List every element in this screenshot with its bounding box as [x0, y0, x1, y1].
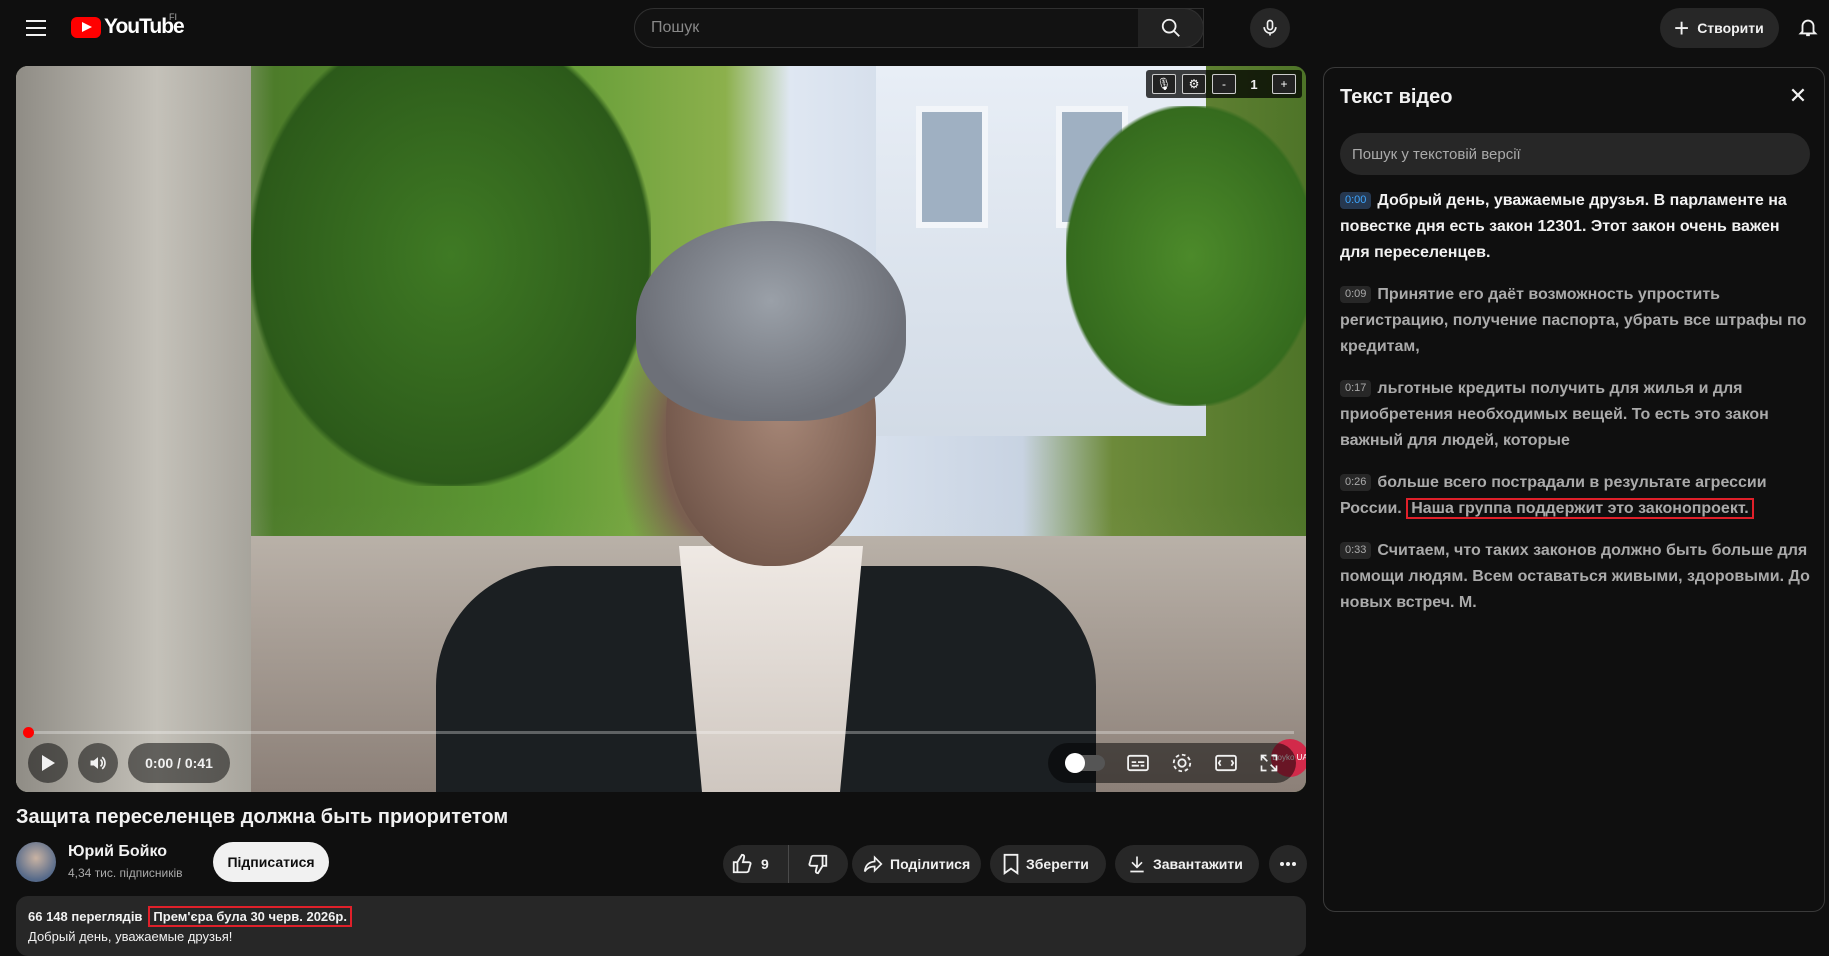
description-box[interactable]: 66 148 переглядів Прем'єра була 30 черв.… [16, 896, 1306, 956]
transcript-title: Текст відео [1340, 86, 1453, 108]
mic-ext-icon[interactable]: 🎙 [1152, 74, 1176, 94]
extension-counter: 1 [1250, 76, 1258, 92]
video-player[interactable]: Boyko UA 🎙 ⚙ - 1 + 0:00 / 0:41 [16, 66, 1306, 792]
transcript-segment[interactable]: 0:00 Добрый день, уважаемые друзья. В пар… [1340, 188, 1810, 266]
transcript-segment[interactable]: 0:09 Принятие его даёт возможность упрост… [1340, 282, 1810, 360]
segment-text: льготные кредиты получить для жилья и дл… [1340, 380, 1769, 449]
thumbs-up-icon [732, 853, 752, 874]
transcript-search-input[interactable] [1340, 133, 1810, 175]
download-button[interactable]: Завантажити [1115, 845, 1259, 883]
increase-button[interactable]: + [1272, 74, 1296, 94]
channel-avatar[interactable] [16, 842, 56, 882]
theater-mode-icon[interactable] [1215, 754, 1237, 772]
search-bar [634, 8, 1204, 48]
play-button[interactable] [28, 743, 68, 783]
transcript-segment[interactable]: 0:33 Считаем, что таких законов должно бы… [1340, 538, 1810, 616]
subtitles-icon[interactable] [1127, 754, 1149, 772]
player-right-controls [1048, 743, 1296, 783]
segment-text: Считаем, что таких законов должно быть б… [1340, 542, 1810, 611]
share-button[interactable]: Поділитися [852, 845, 981, 883]
fullscreen-icon[interactable] [1259, 753, 1279, 773]
like-button[interactable]: 9 [723, 845, 789, 883]
create-button[interactable]: + Створити [1660, 8, 1779, 48]
share-label: Поділитися [890, 856, 971, 872]
segment-timestamp[interactable]: 0:26 [1340, 474, 1372, 491]
share-icon [863, 855, 883, 873]
channel-name[interactable]: Юрий Бойко [68, 843, 167, 861]
dislike-button[interactable] [789, 853, 847, 875]
save-label: Зберегти [1026, 856, 1089, 872]
country-code: FI [169, 12, 177, 22]
view-count: 66 148 переглядів [28, 909, 143, 924]
segment-text: Добрый день, уважаемые друзья. В парламе… [1340, 192, 1787, 261]
transcript-panel: Текст відео ✕ 0:00Добрый день, уважаемые… [1323, 67, 1825, 912]
subscribe-button[interactable]: Підписатися [213, 842, 329, 882]
notifications-bell-icon[interactable] [1793, 12, 1823, 42]
segment-timestamp[interactable]: 0:17 [1340, 380, 1372, 397]
segment-text: Принятие его даёт возможность упростить … [1340, 286, 1807, 355]
decrease-button[interactable]: - [1212, 74, 1236, 94]
download-icon [1130, 856, 1144, 873]
segment-timestamp[interactable]: 0:00 [1340, 192, 1372, 209]
microphone-icon [1263, 19, 1277, 36]
create-label: Створити [1697, 20, 1764, 36]
like-dislike-group: 9 [723, 845, 848, 883]
settings-gear-icon[interactable] [1171, 752, 1193, 774]
thumbs-down-icon [808, 854, 828, 875]
close-icon[interactable]: ✕ [1786, 84, 1810, 108]
top-bar: YouTube FI + Створити [0, 0, 1829, 56]
hamburger-menu-icon[interactable] [18, 12, 54, 44]
segment-highlighted-text: Наша группа поддержит это законопроект. [1406, 498, 1754, 519]
more-horizontal-icon [1280, 862, 1296, 866]
extension-toolbar: 🎙 ⚙ - 1 + [1146, 70, 1302, 98]
transcript-segment[interactable]: 0:17 льготные кредиты получить для жилья … [1340, 376, 1810, 454]
settings-ext-icon[interactable]: ⚙ [1182, 74, 1206, 94]
more-actions-button[interactable] [1269, 845, 1307, 883]
youtube-play-icon [71, 16, 101, 38]
search-button[interactable] [1138, 8, 1204, 48]
search-input[interactable] [635, 19, 1135, 37]
progress-bar[interactable] [23, 727, 1294, 738]
premiere-date: Прем'єра була 30 черв. 2026р. [148, 906, 352, 927]
time-display: 0:00 / 0:41 [128, 743, 230, 783]
voice-search-button[interactable] [1250, 8, 1290, 48]
download-label: Завантажити [1153, 856, 1243, 872]
transcript-segment[interactable]: 0:26 больше всего пострадали в результате… [1340, 470, 1810, 522]
youtube-logo[interactable]: YouTube [71, 15, 185, 39]
plus-icon: + [1674, 13, 1690, 43]
play-icon [42, 755, 55, 771]
transcript-segments: 0:00 Добрый день, уважаемые друзья. В пар… [1340, 188, 1810, 632]
subscriber-count: 4,34 тис. підписників [68, 866, 183, 880]
volume-button[interactable] [78, 743, 118, 783]
scrubber-handle[interactable] [23, 727, 34, 738]
volume-icon [90, 756, 106, 770]
segment-timestamp[interactable]: 0:33 [1340, 542, 1372, 559]
like-count: 9 [761, 856, 769, 872]
description-text: Добрый день, уважаемые друзья! [28, 929, 233, 944]
save-button[interactable]: Зберегти [990, 845, 1106, 883]
search-icon [1161, 18, 1180, 37]
video-title: Защита переселенцев должна быть приорите… [16, 806, 509, 828]
segment-timestamp[interactable]: 0:09 [1340, 286, 1372, 303]
autoplay-toggle[interactable] [1065, 753, 1105, 773]
bookmark-icon [1003, 853, 1019, 875]
